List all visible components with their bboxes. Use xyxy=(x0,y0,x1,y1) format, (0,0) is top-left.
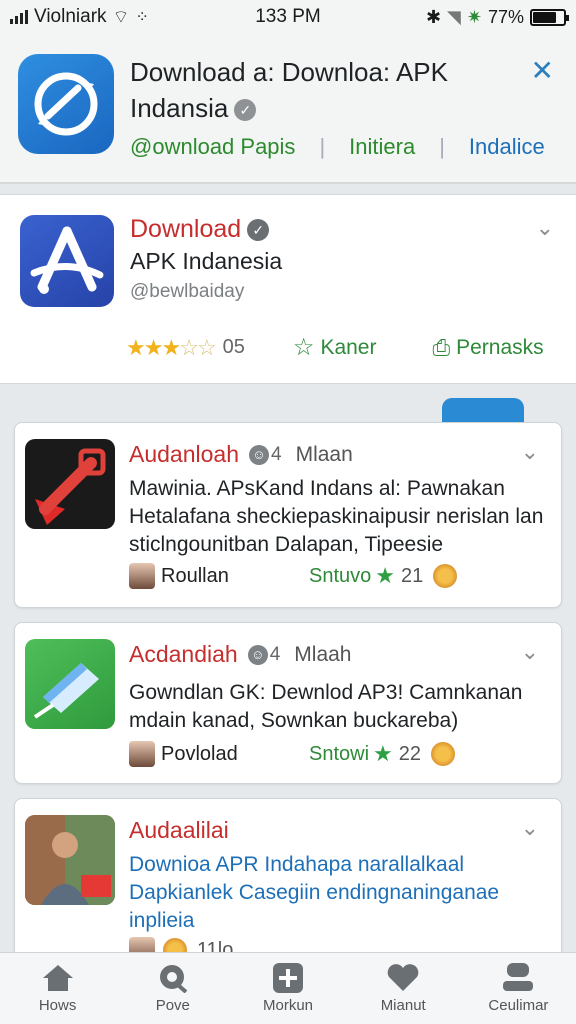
chevron-down-icon[interactable]: ⌄ xyxy=(521,439,539,465)
featured-actions: ★★★☆☆ 05 ☆ Kaner ⎙ Pernasks xyxy=(126,333,566,362)
star-filled-icon: ★ xyxy=(126,334,146,360)
card-body: Gowndlan GK: Dewnlod AP3! Camnkanan mdai… xyxy=(129,681,523,732)
nav-favorites-label: Mianut xyxy=(380,997,426,1014)
eraser-app-icon xyxy=(25,639,115,729)
chevron-down-icon[interactable]: ⌄ xyxy=(536,215,554,241)
banner-links: @ownload Papis | Initiera | Indalice xyxy=(130,134,545,160)
kaner-button[interactable]: ☆ Kaner xyxy=(293,333,377,362)
nav-add[interactable]: Morkun xyxy=(230,953,345,1024)
smiley-icon: ☺ xyxy=(247,644,268,665)
person-thumbnail xyxy=(25,815,115,905)
carrier-name: Violniark xyxy=(34,6,107,27)
nav-favorites[interactable]: Mianut xyxy=(346,953,461,1024)
app-logo-icon[interactable] xyxy=(20,215,114,307)
smiley-icon: ☺ xyxy=(249,444,269,465)
nav-add-label: Morkun xyxy=(262,997,314,1014)
banner-title[interactable]: Download a: Downloa: APK Indansia ✓ xyxy=(130,54,510,126)
card-count: 21 xyxy=(401,564,424,587)
pernasks-button[interactable]: ⎙ Pernasks xyxy=(432,335,543,361)
star-empty-icon: ☆ xyxy=(179,334,199,360)
list-item[interactable]: Audaalilai ⌄ Downioa APR Indahapa narall… xyxy=(14,798,562,968)
featured-app-subtitle: APK Indanesia xyxy=(130,248,283,274)
card-title[interactable]: Acdandiah ☺ 4 Mlaah xyxy=(129,641,351,668)
card-body[interactable]: Downioa APR Indahapa narallalkaal Dapkia… xyxy=(129,851,549,935)
share-icon: ⎙ xyxy=(432,334,451,360)
wifi-icon: ⌔ xyxy=(112,6,130,27)
profile-icon xyxy=(503,963,534,991)
chevron-down-icon[interactable]: ⌄ xyxy=(521,639,539,665)
banner-link-download[interactable]: @ownload Papis xyxy=(130,134,295,160)
nav-home-label: Hows xyxy=(38,997,77,1014)
star-empty-icon: ☆ xyxy=(196,334,217,360)
clock: 133 PM xyxy=(255,6,321,27)
card-body: Mawinia. APsKand Indans al: Pawnakan Het… xyxy=(129,477,544,556)
badge: ☺ 4 xyxy=(249,444,282,466)
medal-icon xyxy=(431,742,456,766)
nav-search[interactable]: Pove xyxy=(115,953,230,1024)
rating-count: 05 xyxy=(222,336,245,358)
promo-banner[interactable]: Download a: Downloa: APK Indansia ✓ ✕ @ow… xyxy=(0,34,576,184)
home-icon xyxy=(42,965,73,991)
card-meta: Mlaan xyxy=(295,442,353,466)
star-icon: ★ xyxy=(373,741,393,766)
dots-icon: ⁘ xyxy=(135,9,149,26)
pen-app-icon xyxy=(25,439,115,529)
close-icon[interactable]: ✕ xyxy=(531,54,554,87)
divider: | xyxy=(319,134,326,159)
battery-icon xyxy=(530,8,569,26)
battery-percent: 77% xyxy=(487,6,524,27)
banner-link-indalice[interactable]: Indalice xyxy=(469,134,545,160)
badge: ☺ 4 xyxy=(247,644,280,666)
search-icon xyxy=(159,965,188,993)
card-meta: Mlaah xyxy=(294,642,352,666)
nav-home[interactable]: Hows xyxy=(0,953,115,1024)
status-bar: Violniark ⌔ ⁘ 133 PM ✱ ◥ ✷ 77% xyxy=(0,0,576,34)
nav-search-label: Pove xyxy=(155,997,190,1014)
banner-link-initiera[interactable]: Initiera xyxy=(349,134,415,160)
card-footer: Povlolad Sntowi ★ 22 xyxy=(129,741,549,767)
card-footer: Roullan Sntuvo ★ 21 xyxy=(129,563,549,589)
card-title[interactable]: Audanloah ☺ 4 Mlaan xyxy=(129,441,353,468)
featured-app-card[interactable]: Download ✓ APK Indanesia @bewlbaiday ⌄ ★★… xyxy=(0,194,576,384)
add-icon xyxy=(273,963,303,993)
sync-app-icon[interactable] xyxy=(18,54,114,154)
featured-app-handle: @bewlbaiday xyxy=(130,281,245,302)
divider: | xyxy=(439,134,445,159)
rating-stars: ★★★☆☆ xyxy=(126,334,217,361)
list-item[interactable]: Audanloah ☺ 4 Mlaan ⌄ Mawinia. APsKand In… xyxy=(14,422,562,608)
network-icon: ◥ xyxy=(447,6,461,27)
card-count: 22 xyxy=(398,742,422,765)
medal-icon xyxy=(433,564,458,588)
verified-icon: ✓ xyxy=(234,99,257,122)
card-user[interactable]: Povlolad xyxy=(161,743,291,766)
star-icon: ★ xyxy=(375,563,395,588)
card-user[interactable]: Roullan xyxy=(161,565,291,588)
nav-profile[interactable]: Ceulimar xyxy=(461,953,576,1024)
signal-icon xyxy=(10,10,28,24)
card-title[interactable]: Audaalilai xyxy=(129,817,229,844)
nav-profile-label: Ceulimar xyxy=(488,997,549,1014)
verified-icon: ✓ xyxy=(247,219,270,242)
star-filled-icon: ★ xyxy=(161,334,181,360)
bluetooth-icon: ✱ xyxy=(425,6,442,27)
list-item[interactable]: Acdandiah ☺ 4 Mlaah ⌄ Gowndlan GK: Dewnlo… xyxy=(14,622,562,784)
star-filled-icon: ★ xyxy=(143,334,164,360)
avatar[interactable] xyxy=(129,563,155,589)
avatar[interactable] xyxy=(129,741,155,767)
card-status: Sntowi ★ xyxy=(309,741,393,766)
star-outline-icon: ☆ xyxy=(292,334,315,361)
heart-icon xyxy=(387,964,419,991)
settings-icon: ✷ xyxy=(466,6,482,27)
featured-app-name[interactable]: Download ✓ xyxy=(130,215,270,244)
chevron-down-icon[interactable]: ⌄ xyxy=(521,815,539,841)
card-status: Sntuvo ★ xyxy=(309,563,395,588)
bottom-navigation: Hows Pove Morkun Mianut Ceulimar xyxy=(0,952,576,1024)
